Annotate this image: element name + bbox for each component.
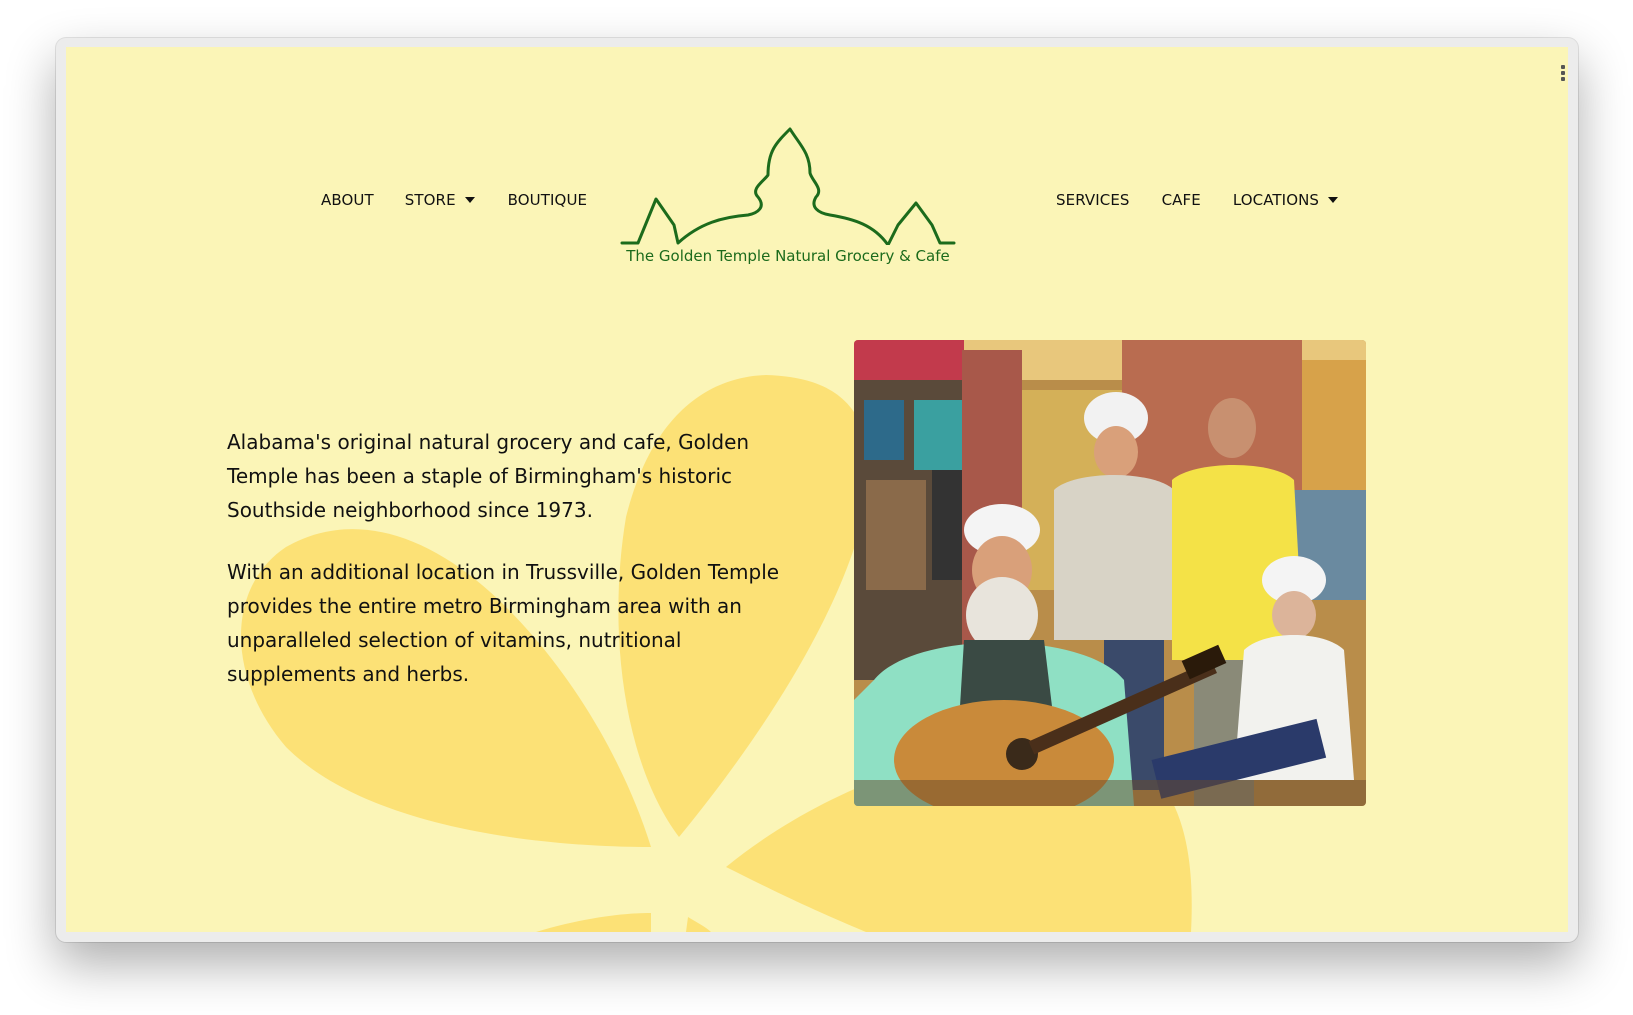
nav-left: ABOUT STORE BOUTIQUE [321,190,587,210]
nav-item-cafe[interactable]: CAFE [1162,190,1201,210]
nav-item-label: ABOUT [321,191,374,209]
nav-item-boutique[interactable]: BOUTIQUE [508,190,587,210]
nav-item-label: BOUTIQUE [507,191,588,209]
chevron-down-icon [1328,197,1339,203]
nav-item-services[interactable]: SERVICES [1056,190,1130,210]
intro-text: Alabama's original natural grocery and c… [227,425,807,691]
intro-paragraph-2: With an additional location in Trussvill… [227,560,780,686]
staff-photo [854,340,1366,806]
browser-window: ABOUT STORE BOUTIQUE The Golden Temple N… [56,38,1578,942]
resize-grip-icon[interactable] [1561,65,1565,81]
nav-item-label: SERVICES [1056,191,1130,209]
site-logo[interactable]: The Golden Temple Natural Grocery & Cafe [618,85,958,265]
logo-text: The Golden Temple Natural Grocery & Cafe [626,247,950,265]
nav-item-store[interactable]: STORE [405,190,475,210]
nav-item-label: CAFE [1161,191,1201,209]
photo-illustration [854,340,1366,806]
nav-item-locations[interactable]: LOCATIONS [1232,190,1339,210]
page: ABOUT STORE BOUTIQUE The Golden Temple N… [66,47,1568,932]
nav-item-label: STORE [404,191,456,209]
chevron-down-icon [464,197,475,203]
intro-paragraph-1: Alabama's original natural grocery and c… [227,430,750,522]
temple-logo-icon [620,127,956,247]
nav-item-label: LOCATIONS [1232,191,1320,209]
nav-item-about[interactable]: ABOUT [321,190,374,210]
nav-right: SERVICES CAFE LOCATIONS [1056,190,1339,210]
